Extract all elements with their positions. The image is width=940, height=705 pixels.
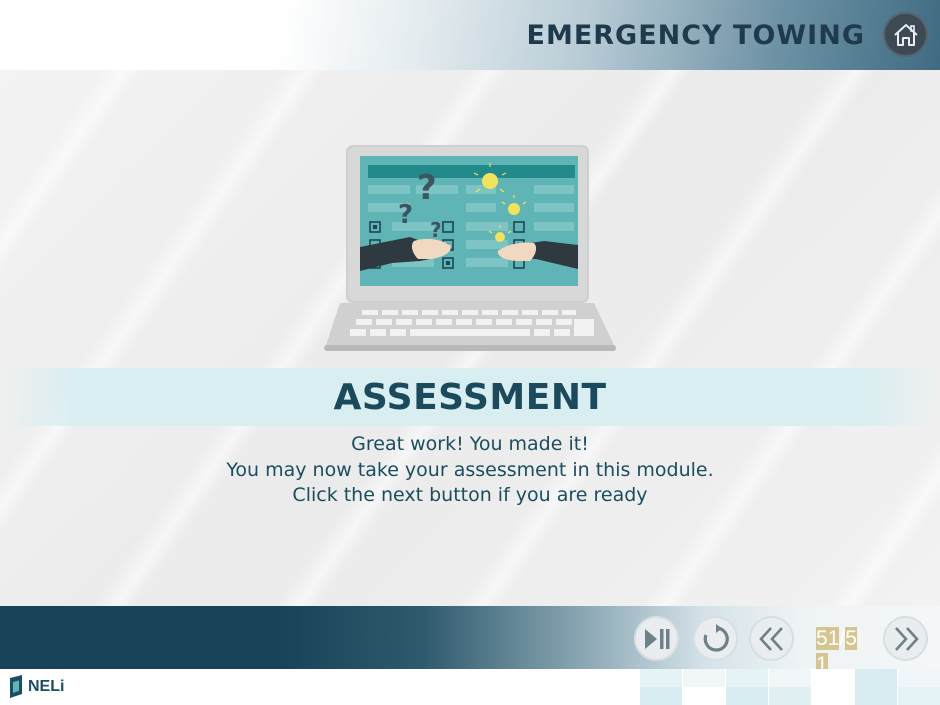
message-line: You may now take your assessment in this… bbox=[226, 458, 714, 481]
svg-text:?: ? bbox=[430, 218, 442, 242]
previous-button[interactable] bbox=[749, 616, 794, 661]
svg-text:?: ? bbox=[398, 200, 413, 230]
assessment-banner: ASSESSMENT bbox=[0, 368, 940, 426]
slide-stage: ? ? ? ASSESSMENT Great work! You made it… bbox=[0, 70, 940, 606]
double-chevron-right-icon bbox=[894, 626, 919, 651]
message-line: Click the next button if you are ready bbox=[292, 484, 648, 506]
replay-icon bbox=[703, 623, 729, 652]
replay-button[interactable] bbox=[693, 616, 738, 661]
neli-logo-icon bbox=[10, 675, 22, 698]
logo-text: NELi bbox=[28, 678, 65, 695]
home-button[interactable] bbox=[883, 12, 928, 57]
decorative-tiles bbox=[640, 669, 940, 705]
play-pause-button[interactable] bbox=[634, 616, 679, 661]
double-chevron-left-icon bbox=[758, 626, 783, 651]
page-current: 51 bbox=[816, 627, 840, 650]
header-bar: EMERGENCY TOWING bbox=[0, 0, 940, 70]
course-title: EMERGENCY TOWING bbox=[526, 20, 865, 51]
play-pause-icon bbox=[644, 628, 669, 649]
svg-text:?: ? bbox=[417, 168, 437, 208]
bottom-strip: NELi bbox=[0, 669, 940, 705]
next-button[interactable] bbox=[883, 616, 928, 661]
home-icon bbox=[893, 23, 918, 46]
player-control-bar: 51/5 1 bbox=[0, 606, 940, 676]
laptop-quiz-illustration: ? ? ? bbox=[324, 145, 616, 351]
assessment-heading: ASSESSMENT bbox=[333, 377, 607, 418]
message-line: Great work! You made it! bbox=[351, 433, 589, 455]
assessment-message: Great work! You made it! You may now tak… bbox=[0, 432, 940, 509]
page-total: 5 bbox=[845, 627, 857, 650]
neli-logo: NELi bbox=[8, 672, 64, 702]
